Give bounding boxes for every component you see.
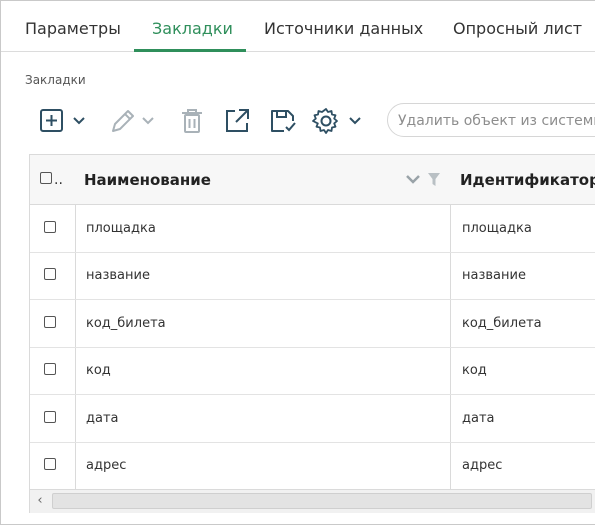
- row-checkbox[interactable]: [44, 316, 56, 328]
- column-header-name[interactable]: Наименование: [84, 155, 211, 204]
- save-button[interactable]: [269, 107, 299, 135]
- tab-questionnaire[interactable]: Опросный лист: [453, 1, 582, 51]
- table-row[interactable]: площадка площадка: [30, 205, 595, 253]
- bookmarks-table: .. Наименование Идентификатор площадка п…: [29, 154, 595, 513]
- section-title: Закладки: [25, 73, 86, 87]
- table-row[interactable]: дата дата: [30, 395, 595, 443]
- table-row[interactable]: код код: [30, 347, 595, 395]
- row-checkbox[interactable]: [44, 221, 56, 233]
- open-external-icon: [226, 109, 249, 132]
- cell-identifier: дата: [462, 411, 495, 426]
- cell-name: код: [86, 363, 111, 378]
- select-all-label: ..: [54, 172, 63, 188]
- cell-name: название: [86, 268, 150, 283]
- filter-icon: [428, 173, 440, 186]
- cell-identifier: код_билета: [462, 316, 542, 331]
- scroll-thumb[interactable]: [52, 493, 592, 509]
- tab-bar: Параметры Закладки Источники данных Опро…: [1, 1, 595, 52]
- open-external-button[interactable]: [223, 107, 251, 135]
- table-row[interactable]: код_билета код_билета: [30, 300, 595, 348]
- settings-button[interactable]: [312, 107, 366, 135]
- sort-button[interactable]: [404, 167, 422, 191]
- tab-parameters[interactable]: Параметры: [25, 1, 121, 51]
- row-checkbox[interactable]: [44, 411, 56, 423]
- delete-button[interactable]: [179, 107, 205, 135]
- cell-name: адрес: [86, 458, 127, 473]
- edit-button[interactable]: [109, 107, 159, 135]
- row-checkbox[interactable]: [44, 268, 56, 280]
- table-row[interactable]: адрес адрес: [30, 442, 595, 490]
- add-button[interactable]: [39, 107, 89, 135]
- select-all-checkbox[interactable]: [40, 172, 52, 184]
- active-tab-indicator: [134, 49, 246, 52]
- horizontal-scrollbar[interactable]: ‹: [30, 489, 595, 513]
- table-header: .. Наименование Идентификатор: [30, 155, 595, 205]
- row-checkbox[interactable]: [44, 363, 56, 375]
- settings-icon: [312, 108, 361, 134]
- delete-icon: [182, 109, 202, 133]
- cell-identifier: код: [462, 363, 487, 378]
- scroll-left-button[interactable]: ‹: [30, 490, 50, 513]
- cell-identifier: адрес: [462, 458, 503, 473]
- search-field[interactable]: [387, 103, 595, 137]
- add-icon: [40, 109, 85, 132]
- column-header-identifier[interactable]: Идентификатор: [460, 155, 595, 204]
- cell-name: код_билета: [86, 316, 166, 331]
- cell-identifier: название: [462, 268, 526, 283]
- bookmarks-panel: Параметры Закладки Источники данных Опро…: [0, 0, 595, 525]
- edit-icon: [112, 110, 154, 132]
- cell-name: дата: [86, 411, 119, 426]
- search-input[interactable]: [398, 111, 595, 131]
- tab-data-sources[interactable]: Источники данных: [264, 1, 423, 51]
- save-icon: [271, 110, 296, 132]
- cell-identifier: площадка: [462, 221, 532, 236]
- toolbar: [1, 101, 595, 141]
- filter-button[interactable]: [426, 167, 442, 191]
- row-checkbox[interactable]: [44, 458, 56, 470]
- tab-bookmarks[interactable]: Закладки: [152, 1, 233, 51]
- table-row[interactable]: название название: [30, 252, 595, 300]
- cell-name: площадка: [86, 221, 156, 236]
- chevron-down-icon: [406, 175, 420, 184]
